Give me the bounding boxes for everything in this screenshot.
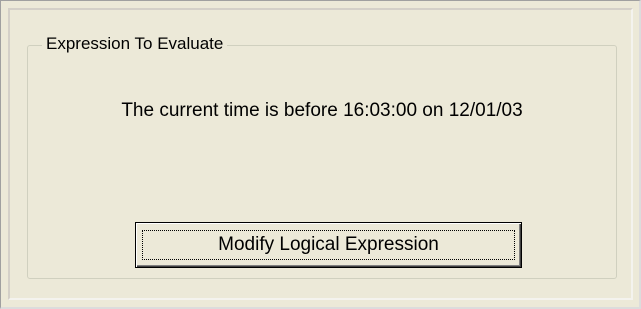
- modify-logical-expression-button[interactable]: Modify Logical Expression: [135, 222, 522, 268]
- modify-logical-expression-label: Modify Logical Expression: [142, 230, 515, 260]
- expression-text: The current time is before 16:03:00 on 1…: [121, 100, 523, 121]
- groupbox-legend: Expression To Evaluate: [42, 33, 228, 55]
